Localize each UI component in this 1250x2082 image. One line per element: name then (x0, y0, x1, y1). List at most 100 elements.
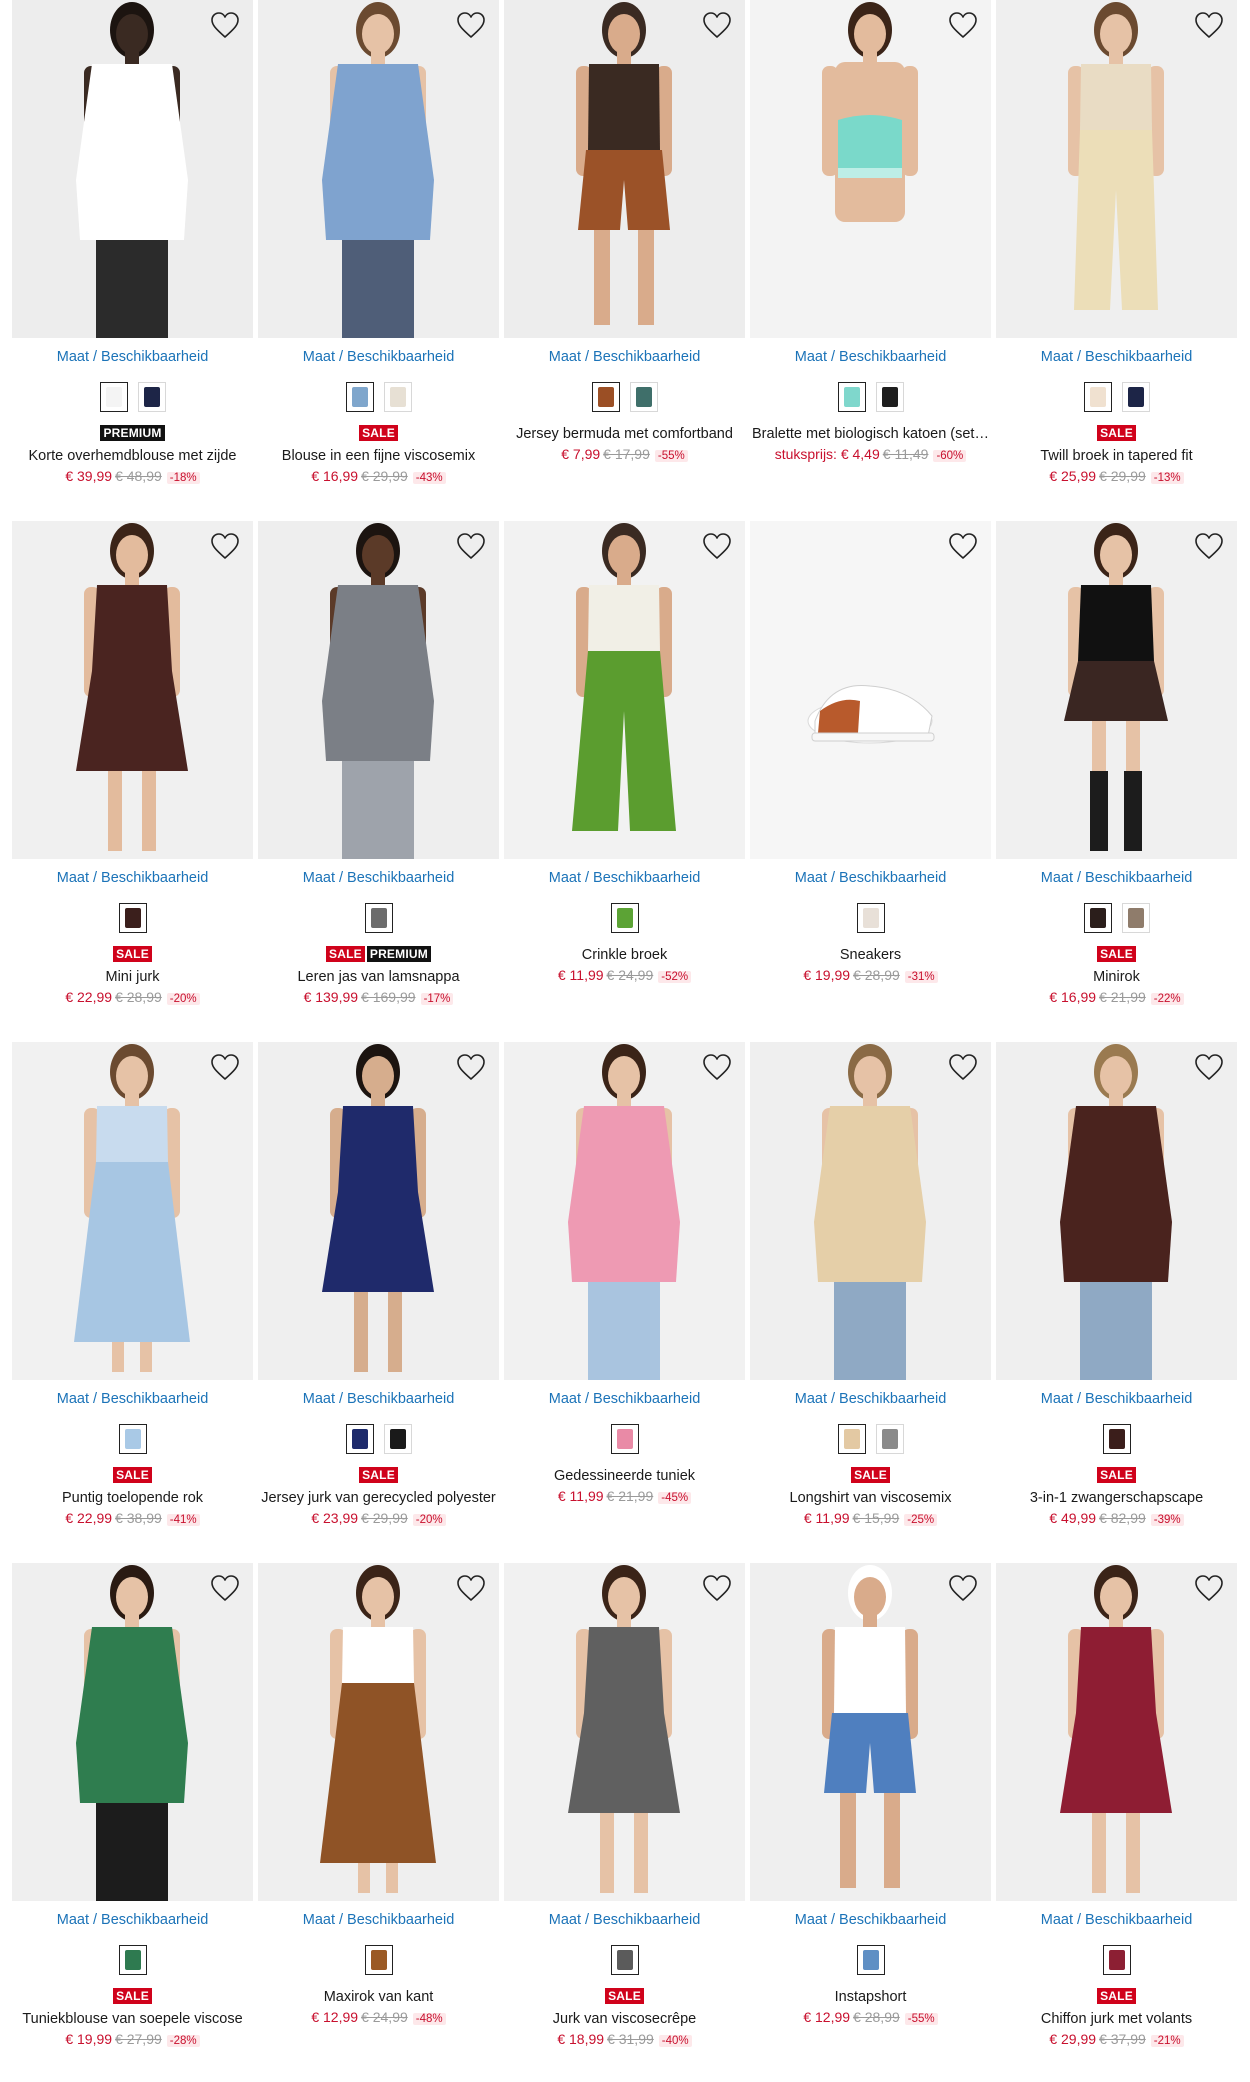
color-swatch[interactable] (99, 382, 128, 412)
wishlist-heart-icon[interactable] (947, 1052, 979, 1082)
wishlist-heart-icon[interactable] (701, 1573, 733, 1603)
product-image[interactable] (504, 1563, 745, 1901)
product-image[interactable] (750, 1563, 991, 1901)
color-swatch[interactable] (837, 382, 866, 412)
size-availability-link[interactable]: Maat / Beschikbaarheid (996, 349, 1237, 365)
product-image[interactable] (996, 1042, 1237, 1380)
wishlist-heart-icon[interactable] (1193, 1573, 1225, 1603)
product-name[interactable]: Maxirok van kant (258, 1989, 499, 2005)
product-name[interactable]: Longshirt van viscosemix (750, 1490, 991, 1506)
color-swatch[interactable] (1083, 382, 1112, 412)
size-availability-link[interactable]: Maat / Beschikbaarheid (750, 349, 991, 365)
product-card[interactable]: Maat / Beschikbaarheid PREMIUM Korte overh… (12, 0, 253, 521)
product-name[interactable]: Jurk van viscosecrêpe (504, 2011, 745, 2027)
product-name[interactable]: Korte overhemdblouse met zijde (12, 448, 253, 464)
color-swatch[interactable] (837, 1424, 866, 1454)
product-name[interactable]: Bralette met biologisch katoen (set… (750, 426, 991, 442)
product-card[interactable]: Maat / Beschikbaarheid SALE Jersey jurk va… (258, 1042, 499, 1563)
color-swatch[interactable] (118, 1424, 147, 1454)
color-swatch[interactable] (1083, 903, 1112, 933)
product-name[interactable]: Crinkle broek (504, 947, 745, 963)
wishlist-heart-icon[interactable] (455, 10, 487, 40)
color-swatch[interactable] (1121, 903, 1150, 933)
size-availability-link[interactable]: Maat / Beschikbaarheid (258, 1912, 499, 1928)
product-card[interactable]: Maat / Beschikbaarheid SALE Longshirt van … (750, 1042, 991, 1563)
size-availability-link[interactable]: Maat / Beschikbaarheid (12, 1912, 253, 1928)
size-availability-link[interactable]: Maat / Beschikbaarheid (504, 1912, 745, 1928)
product-card[interactable]: Maat / Beschikbaarheid SALE Blouse in een … (258, 0, 499, 521)
product-image[interactable] (12, 0, 253, 338)
color-swatch[interactable] (137, 382, 166, 412)
color-swatch[interactable] (610, 1424, 639, 1454)
product-card[interactable]: Maat / Beschikbaarheid Sneakers € 19,99 € 2… (750, 521, 991, 1042)
product-name[interactable]: Twill broek in tapered fit (996, 448, 1237, 464)
product-image[interactable] (504, 521, 745, 859)
size-availability-link[interactable]: Maat / Beschikbaarheid (996, 1391, 1237, 1407)
product-image[interactable] (750, 1042, 991, 1380)
size-availability-link[interactable]: Maat / Beschikbaarheid (12, 349, 253, 365)
color-swatch[interactable] (383, 382, 412, 412)
product-card[interactable]: Maat / Beschikbaarheid SALE Chiffon jurk m… (996, 1563, 1237, 2082)
product-name[interactable]: Gedessineerde tuniek (504, 1468, 745, 1484)
product-card[interactable]: Maat / Beschikbaarheid Bralette met biolo… (750, 0, 991, 521)
color-swatch[interactable] (345, 1424, 374, 1454)
product-card[interactable]: Maat / Beschikbaarheid SALE Puntig toelope… (12, 1042, 253, 1563)
product-name[interactable]: Sneakers (750, 947, 991, 963)
product-card[interactable]: Maat / Beschikbaarheid Crinkle broek € 11,… (504, 521, 745, 1042)
size-availability-link[interactable]: Maat / Beschikbaarheid (12, 1391, 253, 1407)
size-availability-link[interactable]: Maat / Beschikbaarheid (12, 870, 253, 886)
wishlist-heart-icon[interactable] (701, 10, 733, 40)
size-availability-link[interactable]: Maat / Beschikbaarheid (504, 870, 745, 886)
product-name[interactable]: Leren jas van lamsnappa (258, 969, 499, 985)
product-image[interactable] (750, 0, 991, 338)
color-swatch[interactable] (875, 382, 904, 412)
color-swatch[interactable] (856, 903, 885, 933)
product-image[interactable] (996, 521, 1237, 859)
product-card[interactable]: Maat / Beschikbaarheid SALE Mini jurk € 22,… (12, 521, 253, 1042)
size-availability-link[interactable]: Maat / Beschikbaarheid (750, 1391, 991, 1407)
product-card[interactable]: Maat / Beschikbaarheid SALE Jurk van visco… (504, 1563, 745, 2082)
product-name[interactable]: Jersey bermuda met comfortband (504, 426, 745, 442)
product-card[interactable]: Maat / Beschikbaarheid SALE Twill broek in… (996, 0, 1237, 521)
product-image[interactable] (258, 1042, 499, 1380)
color-swatch[interactable] (1102, 1945, 1131, 1975)
color-swatch[interactable] (1121, 382, 1150, 412)
size-availability-link[interactable]: Maat / Beschikbaarheid (750, 1912, 991, 1928)
wishlist-heart-icon[interactable] (455, 531, 487, 561)
product-card[interactable]: Maat / Beschikbaarheid Instapshort € 12,99… (750, 1563, 991, 2082)
color-swatch[interactable] (118, 1945, 147, 1975)
color-swatch[interactable] (610, 903, 639, 933)
color-swatch[interactable] (118, 903, 147, 933)
product-image[interactable] (504, 0, 745, 338)
wishlist-heart-icon[interactable] (209, 1573, 241, 1603)
wishlist-heart-icon[interactable] (947, 531, 979, 561)
product-image[interactable] (12, 1042, 253, 1380)
wishlist-heart-icon[interactable] (1193, 1052, 1225, 1082)
color-swatch[interactable] (364, 903, 393, 933)
size-availability-link[interactable]: Maat / Beschikbaarheid (504, 349, 745, 365)
product-image[interactable] (996, 1563, 1237, 1901)
product-card[interactable]: Maat / Beschikbaarheid Jersey bermuda met… (504, 0, 745, 521)
product-name[interactable]: Minirok (996, 969, 1237, 985)
product-image[interactable] (12, 1563, 253, 1901)
wishlist-heart-icon[interactable] (947, 10, 979, 40)
product-image[interactable] (12, 521, 253, 859)
wishlist-heart-icon[interactable] (701, 531, 733, 561)
size-availability-link[interactable]: Maat / Beschikbaarheid (750, 870, 991, 886)
product-card[interactable]: Maat / Beschikbaarheid SALE Tuniekblouse v… (12, 1563, 253, 2082)
size-availability-link[interactable]: Maat / Beschikbaarheid (258, 349, 499, 365)
product-image[interactable] (996, 0, 1237, 338)
product-image[interactable] (750, 521, 991, 859)
wishlist-heart-icon[interactable] (1193, 531, 1225, 561)
product-card[interactable]: Maat / Beschikbaarheid SALE 3-in-1 zwanger… (996, 1042, 1237, 1563)
wishlist-heart-icon[interactable] (455, 1052, 487, 1082)
color-swatch[interactable] (345, 382, 374, 412)
product-name[interactable]: Tuniekblouse van soepele viscose (12, 2011, 253, 2027)
product-card[interactable]: Maat / Beschikbaarheid Maxirok van kant € … (258, 1563, 499, 2082)
size-availability-link[interactable]: Maat / Beschikbaarheid (258, 1391, 499, 1407)
wishlist-heart-icon[interactable] (947, 1573, 979, 1603)
product-card[interactable]: Maat / Beschikbaarheid SALE Minirok € 16,99… (996, 521, 1237, 1042)
size-availability-link[interactable]: Maat / Beschikbaarheid (504, 1391, 745, 1407)
color-swatch[interactable] (856, 1945, 885, 1975)
product-image[interactable] (258, 1563, 499, 1901)
